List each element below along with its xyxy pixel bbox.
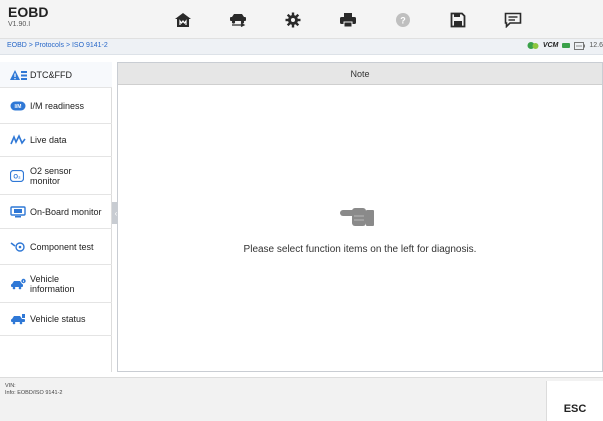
save-button[interactable] [430, 4, 485, 35]
settings-icon [285, 12, 300, 27]
battery-icon [574, 41, 586, 50]
vcm-link-icon [562, 43, 571, 48]
help-button[interactable]: ? [375, 4, 430, 35]
connection-status-icon [527, 42, 539, 49]
save-icon [450, 12, 465, 27]
vin-label: VIN: [5, 383, 16, 389]
settings-button[interactable] [265, 4, 320, 35]
home-icon [174, 12, 191, 27]
top-bar: EOBD V1.90.I ? [0, 0, 603, 39]
function-sidebar: DTC&FFD I/M I/M readiness Live data O₂ O… [0, 62, 112, 372]
footer-bar: VIN: Info: EOBD/ISO 9141-2 ESC [0, 377, 603, 421]
sidebar-item-label: Live data [30, 135, 67, 145]
vehicle-swap-button[interactable] [210, 4, 265, 35]
svg-text:O₂: O₂ [13, 174, 21, 180]
note-header: Note [118, 63, 602, 85]
onboard-monitor-icon [10, 205, 30, 219]
app-title: EOBD [8, 4, 49, 20]
instruction-message: Please select function items on the left… [243, 244, 477, 255]
print-button[interactable] [320, 4, 375, 35]
vehicle-status-icon [10, 312, 30, 326]
sidebar-item-vehicle-status[interactable]: Vehicle status [0, 303, 112, 336]
sidebar-item-label: I/M readiness [30, 100, 85, 111]
breadcrumb[interactable]: EOBD > Protocols > ISO 9141-2 [7, 42, 108, 49]
status-area: VCM 12.6 [527, 41, 603, 50]
sidebar-item-label: O2 sensor monitor [30, 165, 72, 186]
app-version: V1.90.I [8, 21, 31, 28]
vehicle-swap-icon [229, 13, 246, 27]
sidebar-item-component-test[interactable]: Component test [0, 229, 112, 265]
info-label: Info: EOBD/ISO 9141-2 [5, 390, 63, 396]
live-data-icon [10, 133, 30, 147]
sidebar-item-live-data[interactable]: Live data [0, 124, 112, 157]
sidebar-item-o2-sensor-monitor[interactable]: O₂ O2 sensor monitor [0, 157, 112, 195]
component-test-icon [10, 240, 30, 254]
sidebar-item-label: Vehicle status [30, 314, 86, 324]
im-readiness-icon: I/M [10, 99, 30, 113]
sidebar-item-label: On-Board monitor [30, 206, 102, 217]
o2-sensor-icon: O₂ [10, 169, 30, 183]
sidebar-item-vehicle-information[interactable]: Vehicle information [0, 265, 112, 303]
vehicle-info-icon [10, 277, 30, 291]
message-icon [504, 12, 521, 28]
help-icon: ? [395, 12, 410, 27]
home-button[interactable] [155, 4, 210, 35]
sidebar-item-label: Vehicle information [30, 273, 75, 294]
svg-text:?: ? [400, 15, 406, 25]
message-button[interactable] [485, 4, 540, 35]
sidebar-item-on-board-monitor[interactable]: On-Board monitor [0, 195, 112, 229]
breadcrumb-bar: EOBD > Protocols > ISO 9141-2 VCM 12.6 [0, 39, 603, 55]
pointing-hand-icon [340, 208, 374, 226]
toolbar: ? [155, 4, 540, 35]
sidebar-item-label: Component test [30, 241, 94, 252]
sidebar-item-label: DTC&FFD [30, 69, 72, 80]
print-icon [339, 12, 356, 27]
svg-text:I/M: I/M [15, 104, 22, 110]
dtc-icon [10, 68, 30, 82]
esc-button[interactable]: ESC [546, 381, 603, 421]
main-panel: Note Please select function items on the… [117, 62, 603, 372]
voltage-readout: 12.6 [589, 42, 603, 49]
sidebar-item-im-readiness[interactable]: I/M I/M readiness [0, 88, 112, 124]
vcm-label: VCM [542, 42, 559, 49]
sidebar-item-dtc-ffd[interactable]: DTC&FFD [0, 62, 112, 88]
